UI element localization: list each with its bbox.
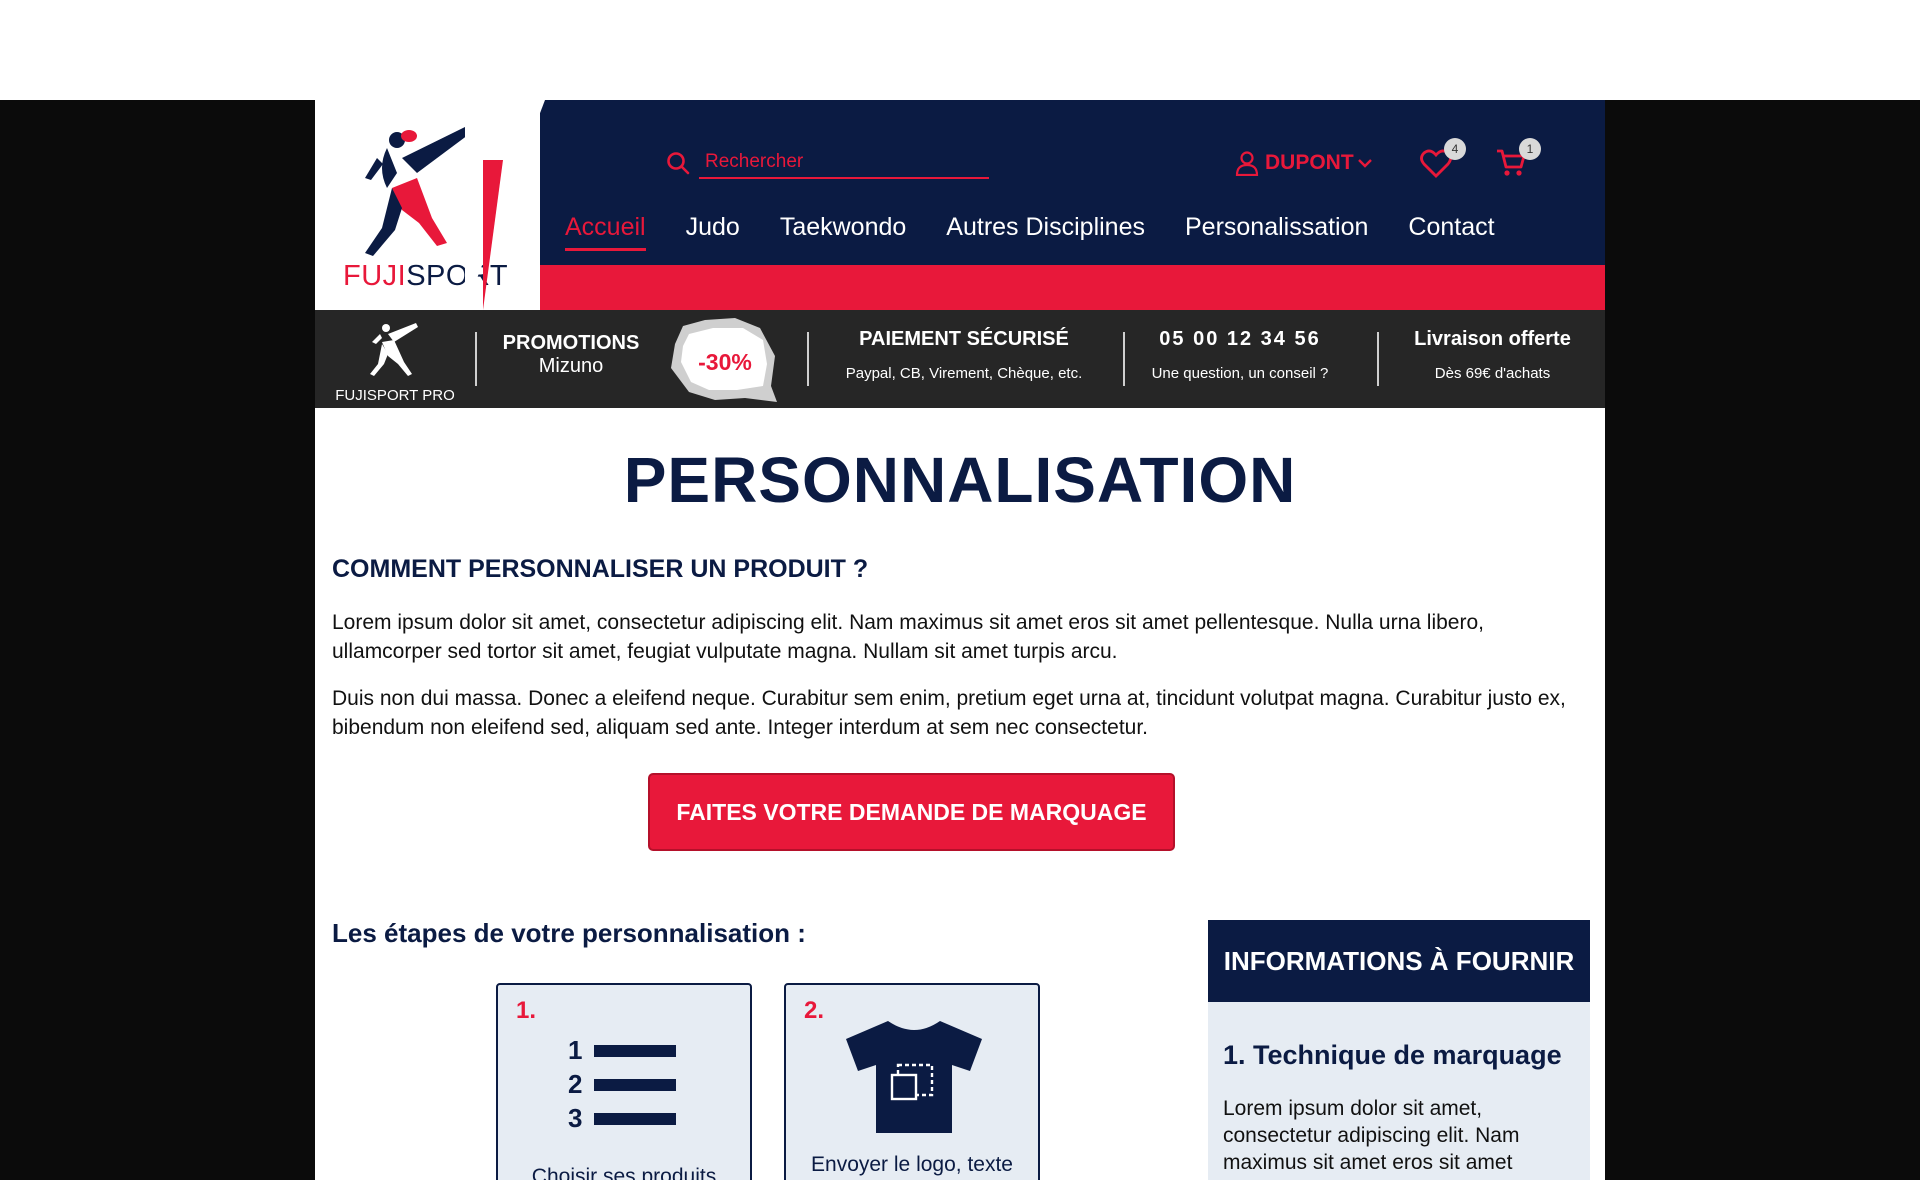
svg-text:2: 2 [568,1069,582,1099]
nav-item-autres-disciplines[interactable]: Autres Disciplines [946,213,1145,251]
top-margin [0,0,1920,100]
payment-title: PAIEMENT SÉCURISÉ [859,328,1069,350]
pro-label: FUJISPORT PRO [335,387,455,404]
torn-paper-discount-icon: -30% [671,318,777,402]
divider [1123,332,1125,386]
svg-text:3: 3 [568,1103,582,1133]
main-nav: Accueil Judo Taekwondo Autres Discipline… [565,213,1495,251]
nav-item-taekwondo[interactable]: Taekwondo [780,213,906,251]
search-input[interactable] [699,147,989,179]
info-panel-subtitle: 1. Technique de marquage [1223,1040,1562,1070]
kickboxer-pro-icon [370,323,418,376]
user-name: DUPONT [1265,151,1354,174]
info-panel-text: Lorem ipsum dolor sit amet, consectetur … [1223,1097,1520,1174]
page: FUJISPORT DUPONT 4 1 Accue [315,100,1605,1180]
delivery-title: Livraison offerte [1414,328,1571,350]
pro-link[interactable]: FUJISPORT PRO [335,320,455,404]
marking-request-button[interactable]: FAITES VOTRE DEMANDE DE MARQUAGE [648,773,1175,851]
numbered-list-icon: 1 2 3 [568,1037,676,1133]
discount-label: -30% [698,349,752,375]
phone-contact[interactable]: 05 00 12 34 56 Une question, un conseil … [1135,328,1345,382]
nav-item-contact[interactable]: Contact [1408,213,1494,251]
divider [1377,332,1379,386]
divider [475,332,477,386]
steps-title: Les étapes de votre personnalisation : [332,918,806,948]
search-icon[interactable] [665,150,691,176]
promo-brand: Mizuno [538,355,604,377]
info-panel-title: INFORMATIONS À FOURNIR [1208,920,1590,1002]
delivery-sub: Dès 69€ d'achats [1434,365,1551,382]
step-number: 1. [516,997,537,1024]
intro-paragraph-2: Duis non dui massa. Donec a eleifend neq… [332,687,1566,739]
divider [807,332,809,386]
phone-sub: Une question, un conseil ? [1151,365,1329,382]
phone-number: 05 00 12 34 56 [1159,328,1321,350]
section-title: COMMENT PERSONNALISER UN PRODUIT ? [332,555,869,583]
step-card: 2. Envoyer le logo, texte [784,983,1040,1180]
secure-payment: PAIEMENT SÉCURISÉ Paypal, CB, Virement, … [825,328,1103,382]
step-caption: Choisir ses produits [531,1165,717,1180]
user-menu[interactable]: DUPONT [1235,150,1378,176]
step-caption: Envoyer le logo, texte [811,1153,1013,1176]
free-delivery: Livraison offerte Dès 69€ d'achats [1395,328,1590,382]
wishlist-button[interactable]: 4 [1420,138,1466,184]
user-icon [1235,151,1259,176]
info-panel: INFORMATIONS À FOURNIR 1. Technique de m… [1208,920,1590,1180]
info-bar: FUJISPORT PRO PROMOTIONS Mizuno -30% PAI… [315,310,1605,408]
nav-item-accueil[interactable]: Accueil [565,213,646,251]
nav-item-judo[interactable]: Judo [686,213,740,251]
search-bar [665,145,1005,181]
wishlist-count-badge: 4 [1444,138,1466,160]
tshirt-icon [846,1021,982,1133]
page-title: PERSONNALISATION [623,444,1297,516]
step-card: 1. 1 2 3 Choisir ses produits [496,983,752,1180]
cart-count-badge: 1 [1519,138,1541,160]
svg-text:1: 1 [568,1037,582,1065]
logo-wedge-accent [483,160,523,310]
step-number: 2. [804,997,825,1024]
nav-item-personalisation[interactable]: Personalissation [1185,213,1368,251]
promotions[interactable]: PROMOTIONS Mizuno [491,332,651,378]
chevron-down-icon [1357,159,1372,168]
cart-button[interactable]: 1 [1495,138,1541,184]
payment-methods: Paypal, CB, Virement, Chèque, etc. [845,365,1083,382]
intro-paragraph-1: Lorem ipsum dolor sit amet, consectetur … [332,611,1484,663]
promo-title: PROMOTIONS [502,332,640,354]
